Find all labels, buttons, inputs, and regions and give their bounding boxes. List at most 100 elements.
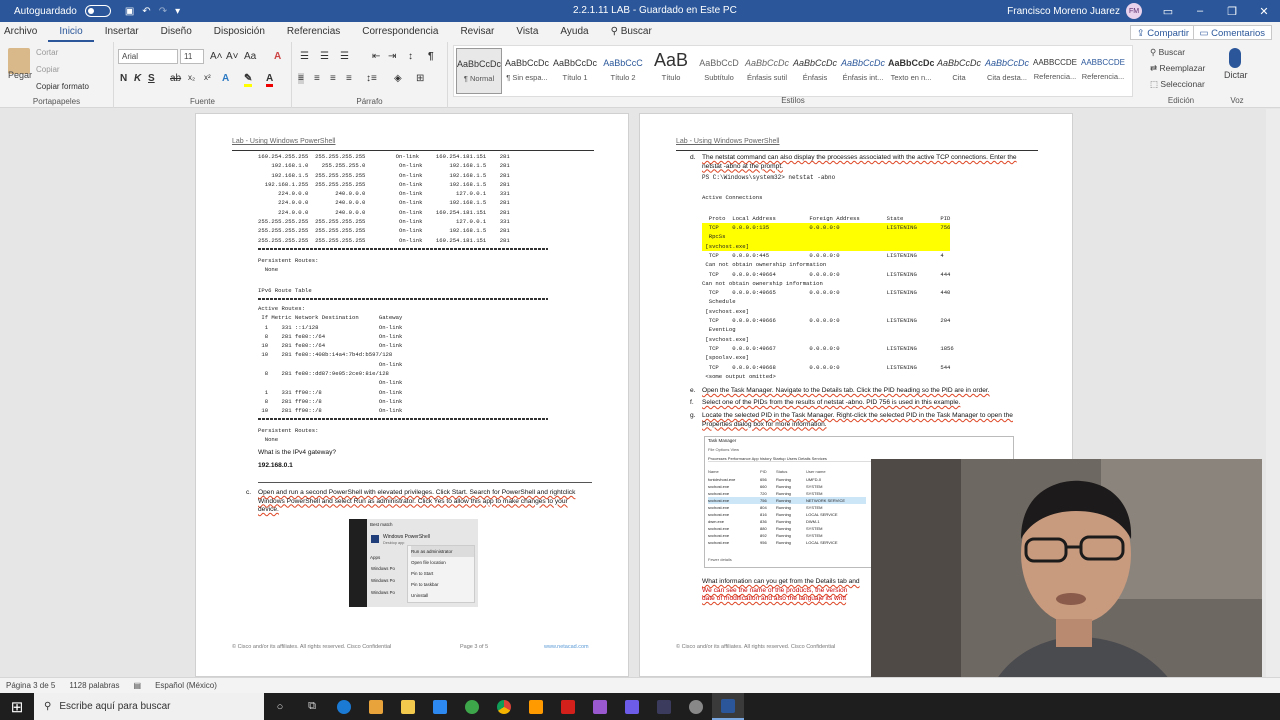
tab-revisar[interactable]: Revisar	[449, 22, 505, 42]
show-marks-icon[interactable]: ¶	[428, 51, 434, 62]
language[interactable]: Español (México)	[155, 681, 217, 690]
style-intense-quote[interactable]: AaBbCcDc Cita desta...	[984, 48, 1030, 94]
word-count[interactable]: 1128 palabras	[69, 681, 119, 690]
style-emphasis[interactable]: AaBbCcDc Énfasis	[792, 48, 838, 94]
find-button[interactable]: ⚲ Buscar	[1150, 47, 1185, 58]
undo-icon[interactable]: ↶	[142, 6, 150, 17]
tab-disposicion[interactable]: Disposición	[203, 22, 276, 42]
comments-button[interactable]: ▭ Comentarios	[1192, 25, 1272, 40]
text-effects-icon[interactable]: A	[222, 73, 229, 84]
apps-list-item: Windows Po	[371, 590, 395, 595]
shrink-font-icon[interactable]: A˅	[226, 51, 239, 62]
style-intense-emphasis[interactable]: AaBbCcDc Énfasis int...	[840, 48, 886, 94]
media-encoder-icon[interactable]	[648, 693, 680, 720]
file-explorer-icon[interactable]	[392, 693, 424, 720]
premiere-icon[interactable]	[584, 693, 616, 720]
avatar[interactable]: FM	[1126, 3, 1142, 19]
tab-vista[interactable]: Vista	[505, 22, 549, 42]
edge-icon[interactable]	[328, 693, 360, 720]
style-normal[interactable]: AaBbCcDc ¶ Normal	[456, 48, 502, 94]
app-icon[interactable]	[680, 693, 712, 720]
page-count[interactable]: Página 3 de 5	[6, 681, 55, 690]
tab-insertar[interactable]: Insertar	[94, 22, 150, 42]
word-icon[interactable]	[712, 693, 744, 720]
format-painter-button[interactable]: Copiar formato	[36, 82, 89, 91]
font-size-select[interactable]: 11	[180, 49, 204, 64]
dictate-label[interactable]: Dictar	[1224, 70, 1248, 80]
customize-qat-icon[interactable]: ▾	[175, 6, 180, 17]
after-effects-icon[interactable]	[616, 693, 648, 720]
style-strong[interactable]: AaBbCcDc Texto en n...	[888, 48, 934, 94]
change-case-icon[interactable]: Aa	[244, 51, 256, 62]
font-name-select[interactable]: Arial	[118, 49, 178, 64]
copy-button[interactable]: Copiar	[36, 65, 60, 74]
align-right-icon[interactable]: ≡	[330, 73, 336, 84]
style-heading1[interactable]: AaBbCcDc Título 1	[552, 48, 598, 94]
bold-button[interactable]: N	[120, 73, 127, 84]
strikethrough-button[interactable]: ab	[170, 73, 181, 84]
style-intense-reference[interactable]: AABBCCDE Referencia...	[1080, 48, 1126, 94]
cut-button[interactable]: Cortar	[36, 48, 58, 57]
page-left[interactable]: Lab - Using Windows PowerShell 169.254.2…	[195, 113, 629, 677]
replace-button[interactable]: ⇄ Reemplazar	[1150, 63, 1205, 74]
clear-format-icon[interactable]: A	[274, 51, 281, 62]
proofing-icon[interactable]: ▤	[134, 681, 142, 690]
style-quote[interactable]: AaBbCcDc Cita	[936, 48, 982, 94]
illustrator-icon[interactable]	[520, 693, 552, 720]
ribbon-display-icon[interactable]: ▭	[1152, 5, 1184, 18]
chrome-icon[interactable]	[488, 693, 520, 720]
justify-icon[interactable]: ≡	[346, 73, 352, 84]
style-title[interactable]: AaB Título	[648, 48, 694, 94]
highlight-icon[interactable]: ✎	[244, 73, 253, 87]
grow-font-icon[interactable]: A˄	[210, 51, 223, 62]
line-spacing-icon[interactable]: ↕≡	[366, 73, 377, 84]
numbering-icon[interactable]: ☰	[320, 51, 329, 62]
underline-button[interactable]: S	[148, 73, 155, 84]
paste-label[interactable]: Pegar	[8, 70, 32, 80]
taskbar-search[interactable]: ⚲ Escribe aquí para buscar	[34, 693, 264, 720]
autosave-toggle[interactable]	[84, 5, 111, 17]
shading-icon[interactable]: ◈	[394, 73, 402, 84]
store-icon[interactable]	[360, 693, 392, 720]
decrease-indent-icon[interactable]: ⇤	[372, 51, 380, 62]
borders-icon[interactable]: ⊞	[416, 73, 424, 84]
minimize-icon[interactable]: –	[1184, 5, 1216, 17]
redo-icon[interactable]: ↷	[159, 6, 167, 17]
acrobat-icon[interactable]	[552, 693, 584, 720]
select-button[interactable]: ⬚ Seleccionar	[1150, 79, 1205, 90]
style-subtle-emphasis[interactable]: AaBbCcDc Énfasis sutil	[744, 48, 790, 94]
sort-icon[interactable]: ↕	[408, 51, 413, 62]
close-icon[interactable]: ✕	[1248, 5, 1280, 18]
tab-correspondencia[interactable]: Correspondencia	[351, 22, 449, 42]
tab-referencias[interactable]: Referencias	[276, 22, 351, 42]
sync-icon[interactable]	[456, 693, 488, 720]
style-no-spacing[interactable]: AaBbCcDc ¶ Sin espa...	[504, 48, 550, 94]
style-subtitle[interactable]: AaBbCcD Subtítulo	[696, 48, 742, 94]
superscript-button[interactable]: x²	[204, 73, 211, 82]
style-subtle-reference[interactable]: AABBCCDE Referencia...	[1032, 48, 1078, 94]
windows-start-icon[interactable]: ⊞	[0, 693, 34, 720]
cortana-icon[interactable]: ○	[264, 693, 296, 720]
bullets-icon[interactable]: ☰	[300, 51, 309, 62]
task-view-icon[interactable]: ⧉	[296, 693, 328, 720]
share-button[interactable]: ⇪ Compartir	[1129, 25, 1196, 40]
italic-button[interactable]: K	[134, 73, 141, 84]
multilevel-list-icon[interactable]: ☰	[340, 51, 349, 62]
tab-archivo[interactable]: Archivo	[0, 22, 48, 42]
tab-inicio[interactable]: Inicio	[48, 22, 94, 42]
subscript-button[interactable]: x₂	[188, 73, 195, 82]
restore-icon[interactable]: ❐	[1216, 5, 1248, 18]
tab-ayuda[interactable]: Ayuda	[549, 22, 599, 42]
style-heading2[interactable]: AaBbCcC Título 2	[600, 48, 646, 94]
align-left-icon[interactable]: ≡	[298, 73, 304, 84]
save-icon[interactable]: ▣	[125, 6, 134, 17]
mail-icon[interactable]	[424, 693, 456, 720]
increase-indent-icon[interactable]: ⇥	[388, 51, 396, 62]
microphone-icon[interactable]	[1229, 48, 1241, 68]
tab-diseno[interactable]: Diseño	[150, 22, 203, 42]
tell-me-search[interactable]: ⚲ Buscar	[600, 22, 663, 42]
tm-cell: Running	[776, 519, 791, 524]
align-center-icon[interactable]: ≡	[314, 73, 320, 84]
vertical-scrollbar[interactable]	[1266, 109, 1280, 677]
font-color-icon[interactable]: A	[266, 73, 274, 87]
